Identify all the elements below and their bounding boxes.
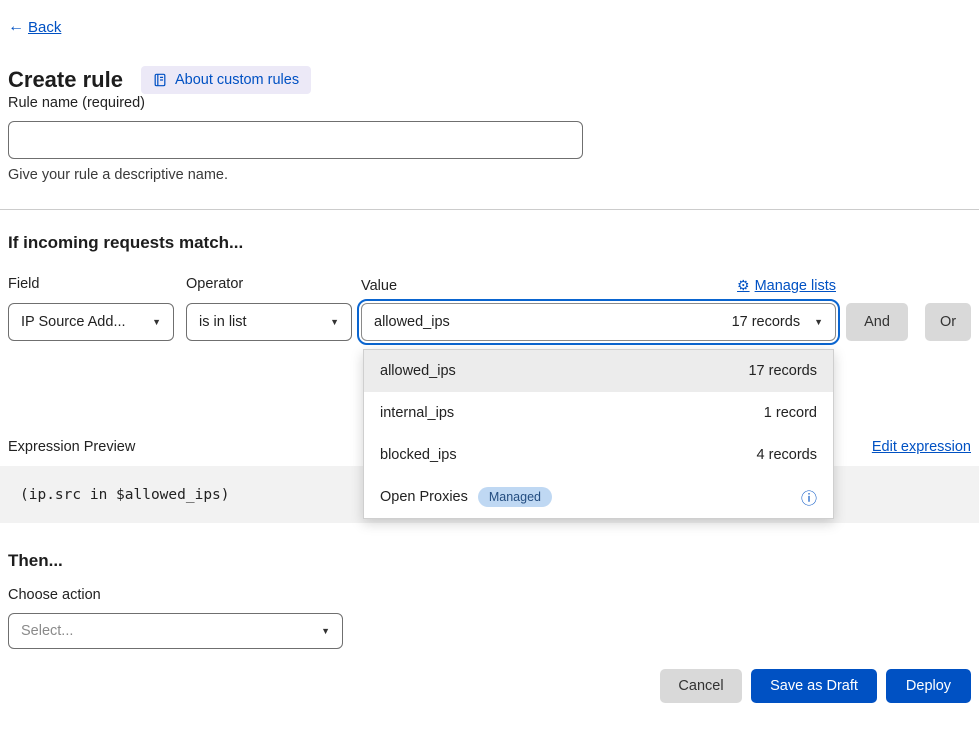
choose-action-label: Choose action [8,587,971,603]
match-controls-row: Field IP Source Add... ▼ Operator is in … [8,276,971,341]
list-option-meta: 17 records [748,363,817,379]
match-section-heading: If incoming requests match... [8,233,971,253]
operator-column: Operator is in list ▼ [186,276,352,341]
chevron-down-icon: ▼ [152,317,161,327]
save-as-draft-button[interactable]: Save as Draft [751,669,877,703]
book-icon [153,73,167,87]
edit-expression-link[interactable]: Edit expression [872,439,971,455]
manage-lists-link[interactable]: ⚙ Manage lists [737,277,836,294]
field-label: Field [8,276,174,292]
about-custom-rules-label[interactable]: About custom rules [175,72,299,88]
list-option-name: allowed_ips [380,363,456,379]
footer-actions: Cancel Save as Draft Deploy [0,669,979,703]
list-option-internal-ips[interactable]: internal_ips 1 record [364,392,833,434]
about-custom-rules-link[interactable]: About custom rules [141,66,311,94]
operator-select[interactable]: is in list ▼ [186,303,352,341]
and-button[interactable]: And [846,303,908,341]
rule-name-helper: Give your rule a descriptive name. [8,167,971,183]
list-option-open-proxies[interactable]: Open Proxies Managed ⓘ [364,476,833,518]
list-option-meta: 4 records [757,447,817,463]
operator-label: Operator [186,276,352,292]
list-option-blocked-ips[interactable]: blocked_ips 4 records [364,434,833,476]
info-icon[interactable]: ⓘ [801,485,817,509]
section-divider [0,209,979,210]
then-section-heading: Then... [8,551,971,571]
rule-name-input[interactable] [8,121,583,159]
value-column: Value ⚙ Manage lists allowed_ips 17 reco… [361,277,836,341]
back-arrow-icon: ← [8,18,24,36]
list-option-name: Open Proxies [380,489,468,505]
manage-lists-label[interactable]: Manage lists [755,278,836,294]
expression-code: (ip.src in $allowed_ips) [20,487,230,503]
operator-select-value: is in list [199,314,247,330]
list-option-allowed-ips[interactable]: allowed_ips 17 records [364,350,833,392]
field-select-value: IP Source Add... [21,314,126,330]
chevron-down-icon: ▼ [330,317,339,327]
action-select[interactable]: Select... ▼ [8,613,343,649]
field-select[interactable]: IP Source Add... ▼ [8,303,174,341]
expression-preview-label: Expression Preview [8,439,135,455]
list-option-name: blocked_ips [380,447,457,463]
cancel-button[interactable]: Cancel [660,669,742,703]
deploy-button[interactable]: Deploy [886,669,971,703]
back-link[interactable]: ← Back [0,18,979,36]
managed-badge: Managed [478,487,552,507]
or-button[interactable]: Or [925,303,971,341]
value-select-meta: 17 records [732,314,801,330]
rule-name-label: Rule name (required) [8,95,145,111]
chevron-down-icon: ▼ [321,626,330,636]
list-option-name: internal_ips [380,405,454,421]
value-select-name: allowed_ips [374,314,450,330]
list-option-meta: 1 record [764,405,817,421]
gear-icon: ⚙ [737,277,750,294]
action-select-placeholder: Select... [21,623,73,639]
value-select[interactable]: allowed_ips 17 records ▼ [361,303,836,341]
title-row: Create rule About custom rules [0,66,979,94]
page-title: Create rule [8,67,123,93]
field-column: Field IP Source Add... ▼ [8,276,174,341]
list-dropdown-menu: allowed_ips 17 records internal_ips 1 re… [363,349,834,519]
chevron-down-icon: ▼ [814,317,823,327]
back-link-label[interactable]: Back [28,19,61,36]
value-label: Value [361,278,397,294]
